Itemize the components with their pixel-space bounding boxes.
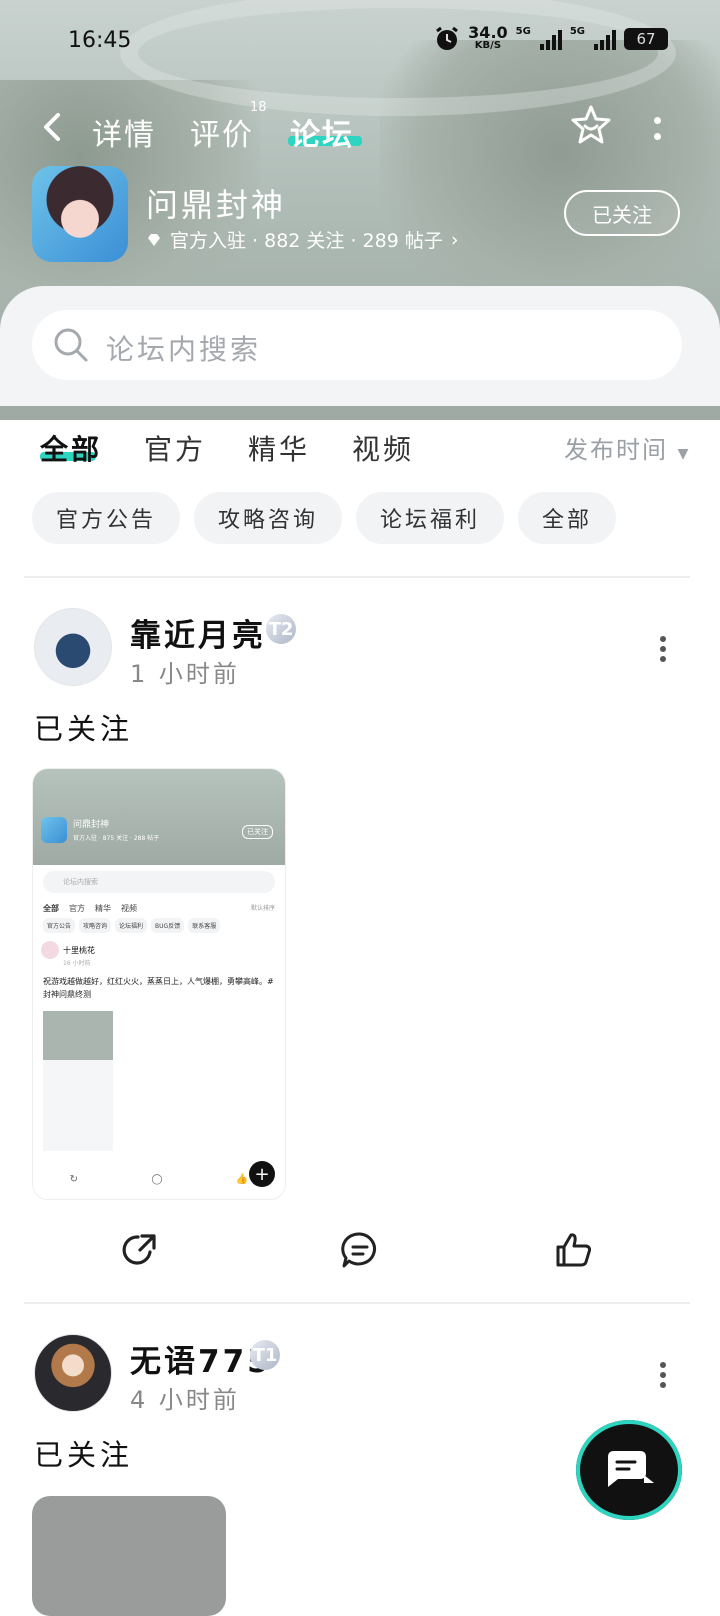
status-bar: 16:45 34.0 KB/S 5G 5G 67 — [0, 23, 720, 56]
chip-official-notice[interactable]: 官方公告 — [32, 492, 181, 544]
app-meta-row[interactable]: 官方入驻 · 882 关注 · 289 帖子 › — [146, 226, 458, 253]
signal-type-label-2: 5G — [569, 26, 585, 37]
level-badge: T2 — [266, 614, 296, 644]
post-text[interactable]: 已关注 — [34, 706, 133, 748]
tab-official[interactable]: 官方 — [144, 428, 206, 468]
chat-bubble-icon — [608, 1451, 654, 1487]
post-image[interactable]: 问鼎封神 官方入驻 · 875 关注 · 288 帖子 已关注 论坛内搜索 全部… — [32, 768, 286, 1200]
network-speed: 34.0 KB/S — [468, 23, 508, 52]
category-chips: 官方公告 攻略咨询 论坛福利 全部 — [32, 492, 617, 544]
signal-icon — [539, 28, 562, 50]
follow-button[interactable]: 已关注 — [564, 190, 680, 236]
post-time: 4 小时前 — [130, 1386, 240, 1414]
favorite-star-icon[interactable] — [570, 104, 612, 146]
post-text[interactable]: 已关注 — [34, 1432, 133, 1474]
tab-all[interactable]: 全部 — [40, 428, 102, 468]
tab-video[interactable]: 视频 — [352, 428, 414, 468]
post-more-icon[interactable] — [658, 1362, 668, 1388]
post-username[interactable]: 靠近月亮 — [130, 610, 266, 655]
more-options-icon[interactable] — [652, 114, 662, 144]
search-icon — [54, 328, 88, 362]
alarm-icon — [436, 26, 459, 50]
chip-all[interactable]: 全部 — [518, 492, 617, 544]
divider-2 — [24, 1302, 690, 1304]
divider — [24, 576, 690, 578]
avatar[interactable] — [34, 608, 112, 686]
app-icon — [32, 166, 128, 262]
tab-featured[interactable]: 精华 — [248, 428, 310, 468]
back-arrow-icon[interactable] — [38, 112, 68, 142]
sort-dropdown[interactable]: 发布时间 ▼ — [564, 430, 690, 465]
status-time: 16:45 — [68, 28, 132, 53]
app-meta-text: 官方入驻 · 882 关注 · 289 帖子 — [170, 230, 443, 252]
diamond-icon — [148, 233, 160, 246]
post-image[interactable] — [32, 1496, 226, 1616]
signal-type-label: 5G — [515, 26, 531, 37]
share-icon[interactable] — [120, 1230, 160, 1270]
reviews-count-badge: 18 — [250, 100, 267, 115]
chevron-right-icon: › — [450, 228, 459, 251]
post-time: 1 小时前 — [130, 660, 240, 688]
tab-details[interactable]: 详情 — [92, 110, 156, 154]
chat-fab-button[interactable] — [576, 1420, 682, 1520]
comment-icon[interactable] — [340, 1230, 380, 1270]
avatar[interactable] — [34, 1334, 112, 1412]
tab-reviews[interactable]: 评价 — [190, 110, 254, 154]
post-more-icon[interactable] — [658, 636, 668, 662]
tab-forum[interactable]: 论坛 — [290, 110, 354, 154]
app-name: 问鼎封神 — [146, 186, 287, 224]
search-placeholder: 论坛内搜索 — [106, 333, 262, 366]
signal-icon-2 — [594, 28, 616, 50]
battery-icon: 67 — [624, 28, 668, 50]
like-icon[interactable] — [554, 1230, 594, 1270]
chip-strategy[interactable]: 攻略咨询 — [194, 492, 343, 544]
level-badge: T1 — [250, 1340, 280, 1370]
caret-down-icon: ▼ — [677, 446, 691, 462]
sort-label: 发布时间 — [564, 436, 668, 464]
search-input[interactable]: 论坛内搜索 — [32, 310, 682, 380]
chip-benefits[interactable]: 论坛福利 — [356, 492, 505, 544]
